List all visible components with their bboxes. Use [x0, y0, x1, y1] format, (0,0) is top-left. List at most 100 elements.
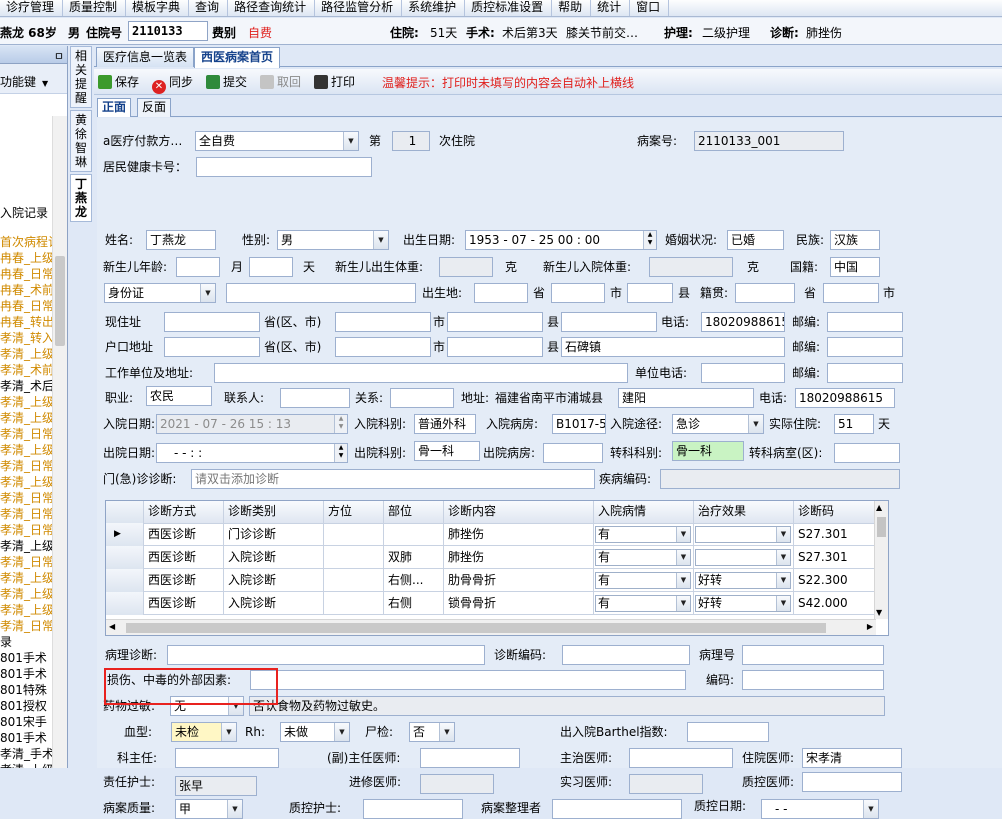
birthplace-county-field[interactable]	[627, 283, 673, 303]
code-field[interactable]	[742, 670, 884, 690]
record-tree-item[interactable]: 孝清_上级	[0, 602, 52, 618]
newborn-admit-weight-field[interactable]	[649, 257, 733, 277]
admit-date-picker[interactable]: 2021 - 07 - 26 15 : 13 ▲ ▼	[156, 414, 348, 434]
scroll-up-icon[interactable]: ▲	[876, 503, 882, 512]
address-county-field[interactable]	[447, 312, 543, 332]
grid-cell-part[interactable]: 双肺	[384, 546, 444, 569]
relation-field[interactable]	[390, 388, 454, 408]
grid-cell-mode[interactable]: 西医诊断	[144, 592, 224, 615]
print-button[interactable]: 打印	[314, 74, 355, 90]
actual-days-field[interactable]: 51	[834, 414, 874, 434]
advanced-doctor-field[interactable]	[420, 774, 494, 794]
table-row[interactable]: ▶ 西医诊断 门诊诊断 肺挫伤有 ▼ ▼ S27.301	[106, 523, 876, 546]
transfer-room-field[interactable]	[834, 443, 900, 463]
clinic-diagnosis-field[interactable]: 请双击添加诊断	[191, 469, 595, 489]
grid-header-cell[interactable]: 入院病情	[594, 501, 694, 523]
record-tree-item[interactable]: 孝清_上级	[0, 586, 52, 602]
grid-cell-type[interactable]: 入院诊断	[224, 592, 324, 615]
vice-director-field[interactable]	[420, 748, 520, 768]
record-tree-item[interactable]: 孝清_上级	[0, 394, 52, 410]
id-type-select[interactable]: 身份证 ▼	[104, 283, 216, 303]
intern-field[interactable]	[629, 774, 703, 794]
grid-cell-content[interactable]: 肺挫伤	[444, 546, 594, 569]
case-no-field[interactable]: 2110133_001	[694, 131, 844, 151]
record-tree-item[interactable]: 孝清_日常	[0, 490, 52, 506]
grid-cell-pos[interactable]	[324, 592, 384, 615]
discharge-dept-field[interactable]: 骨一科	[414, 441, 480, 461]
grid-cell-content[interactable]: 肋骨骨折	[444, 569, 594, 592]
work-field[interactable]	[214, 363, 628, 383]
nurse-field[interactable]: 张早	[175, 776, 257, 796]
qc-nurse-field[interactable]	[363, 799, 463, 819]
grid-select-effect[interactable]: 好转 ▼	[695, 595, 791, 612]
grid-cell-pos[interactable]	[324, 569, 384, 592]
diag-code-field[interactable]	[562, 645, 690, 665]
pin-icon[interactable]: ㅁ	[54, 48, 64, 64]
grid-select-cond[interactable]: 有 ▼	[595, 549, 691, 566]
grid-select-effect[interactable]: ▼	[695, 526, 791, 543]
grid-select-cond[interactable]: 有 ▼	[595, 526, 691, 543]
record-tree-item[interactable]: 冉春_转出	[0, 314, 52, 330]
vtab-patient[interactable]: 丁燕龙	[70, 174, 92, 222]
discharge-ward-field[interactable]	[543, 443, 603, 463]
name-field[interactable]: 丁燕龙	[146, 230, 216, 250]
grid-cell-code[interactable]: S27.301	[794, 523, 876, 546]
grid-header-cell[interactable]: 治疗效果	[694, 501, 794, 523]
grid-cell-type[interactable]: 入院诊断	[224, 546, 324, 569]
grid-cell-type[interactable]: 入院诊断	[224, 569, 324, 592]
record-tree-item[interactable]: 孝清_上级	[0, 474, 52, 490]
grid-select-cond[interactable]: 有 ▼	[595, 595, 691, 612]
menu-item[interactable]: 系统维护	[402, 0, 466, 16]
registered-zip-field[interactable]	[827, 337, 903, 357]
birthplace-province-field[interactable]	[474, 283, 528, 303]
function-key-button[interactable]: 功能键 ▼	[0, 64, 67, 94]
menu-item[interactable]: 查询	[189, 0, 229, 16]
grid-hscroll-thumb[interactable]	[126, 623, 826, 633]
grid-cell-type[interactable]: 门诊诊断	[224, 523, 324, 546]
times-field[interactable]: 1	[392, 131, 430, 151]
qc-doctor-field[interactable]	[802, 772, 902, 792]
work-zip-field[interactable]	[827, 363, 903, 383]
grid-cell-part[interactable]: 右侧	[384, 592, 444, 615]
record-tree-item[interactable]: 孝清_日常	[0, 506, 52, 522]
record-tree-item[interactable]: 冉春_日常	[0, 266, 52, 282]
record-tree-item[interactable]: 801手术	[0, 730, 52, 746]
grid-scroll-thumb[interactable]	[877, 517, 886, 537]
record-tree-item[interactable]: 801手术	[0, 666, 52, 682]
record-tree-item[interactable]: 孝清_上级	[0, 538, 52, 554]
spinner-icon[interactable]: ▲ ▼	[334, 444, 347, 462]
grid-cell-part[interactable]	[384, 523, 444, 546]
record-tree-item[interactable]: 孝清_手术	[0, 746, 52, 762]
resident-field[interactable]: 宋孝清	[802, 748, 902, 768]
grid-vertical-scrollbar[interactable]: ▲ ▼	[874, 501, 888, 619]
record-tree-item[interactable]: 孝清_上级	[0, 346, 52, 362]
spinner-icon[interactable]: ▲ ▼	[334, 415, 347, 433]
record-tree-item[interactable]: 录	[0, 634, 52, 650]
menu-item[interactable]: 质控标准设置	[465, 0, 553, 16]
left-scrollbar-thumb[interactable]	[55, 256, 65, 346]
pathology-no-field[interactable]	[742, 645, 884, 665]
menu-item[interactable]: 诊疗管理	[0, 0, 64, 16]
record-tree-item[interactable]: 冉春_上级	[0, 250, 52, 266]
grid-header-cell[interactable]: 诊断类别	[224, 501, 324, 523]
row-header[interactable]: ▶	[106, 523, 144, 546]
qc-date-picker[interactable]: - - ▼	[761, 799, 879, 819]
menu-item[interactable]: 统计	[591, 0, 631, 16]
table-row[interactable]: 西医诊断 入院诊断 右侧... 肋骨骨折有 ▼ 好转 ▼ S22.300	[106, 569, 876, 592]
grid-cell-pos[interactable]	[324, 523, 384, 546]
row-header[interactable]	[106, 546, 144, 569]
archivist-field[interactable]	[552, 799, 682, 819]
grid-header-cell[interactable]: 诊断内容	[444, 501, 594, 523]
record-tree-item[interactable]: 孝清_日常	[0, 618, 52, 634]
submit-button[interactable]: 提交	[206, 74, 247, 90]
injury-field[interactable]	[250, 670, 686, 690]
row-header[interactable]	[106, 569, 144, 592]
record-tree-item[interactable]: 孝清_术前	[0, 362, 52, 378]
newborn-birth-weight-field[interactable]	[439, 257, 493, 277]
scroll-right-icon[interactable]: ▶	[867, 622, 873, 631]
marriage-field[interactable]: 已婚	[727, 230, 784, 250]
record-tree-item[interactable]: 冉春_术前	[0, 282, 52, 298]
grid-cell-content[interactable]: 肺挫伤	[444, 523, 594, 546]
grid-header-cell[interactable]: 方位	[324, 501, 384, 523]
quality-select[interactable]: 甲 ▼	[175, 799, 243, 819]
